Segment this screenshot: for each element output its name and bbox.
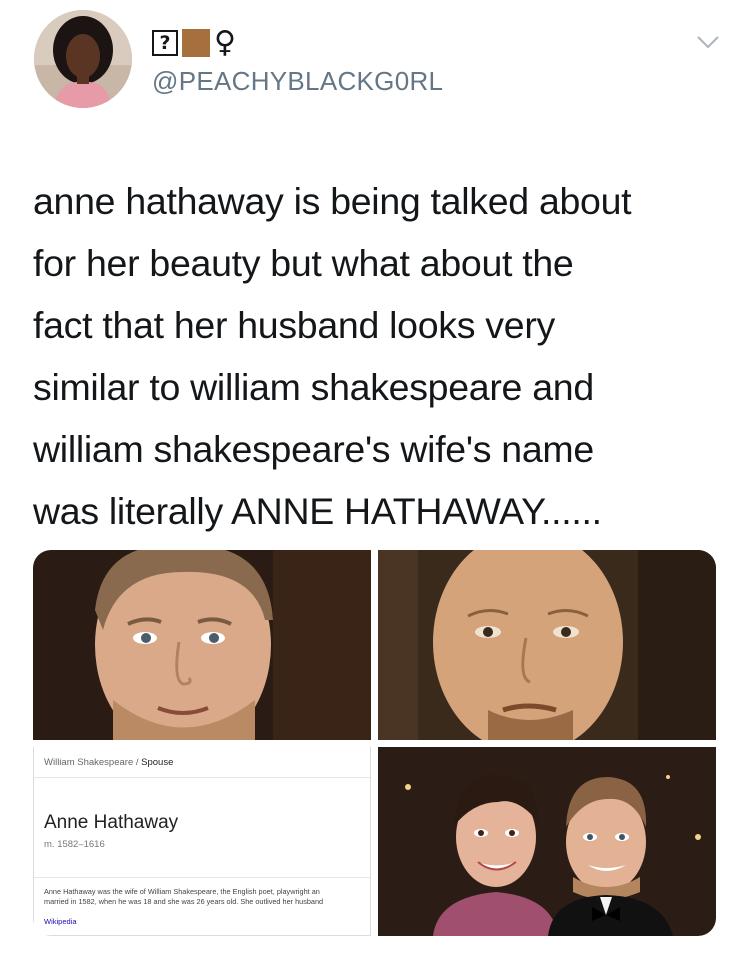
divider: [34, 877, 370, 878]
breadcrumb-parent[interactable]: William Shakespeare /: [44, 757, 141, 768]
tweet-line: similar to william shakespeare and: [33, 366, 594, 408]
chevron-down-icon[interactable]: [696, 34, 720, 50]
photo-husband[interactable]: [33, 550, 371, 740]
panel-title: Anne Hathaway: [44, 812, 179, 833]
missing-glyph-icon: ?: [152, 30, 178, 56]
tweet-line: william shakespeare's wife's name: [33, 428, 594, 470]
photo-shakespeare-portrait[interactable]: [378, 550, 716, 740]
tweet-line: for her beauty but what about the: [33, 242, 574, 284]
female-sign-icon: ♀: [214, 25, 236, 60]
description-line: Anne Hathaway was the wife of William Sh…: [44, 887, 320, 896]
source-link[interactable]: Wikipedia: [44, 917, 77, 926]
tweet-line: anne hathaway is being talked about: [33, 180, 632, 222]
divider: [34, 777, 370, 778]
avatar[interactable]: [34, 10, 132, 108]
media-grid: William Shakespeare / Spouse Anne Hathaw…: [33, 550, 716, 936]
description-line: married in 1582, when he was 18 and she …: [44, 897, 324, 906]
breadcrumb-current: Spouse: [141, 757, 174, 768]
skin-tone-icon: [182, 29, 210, 57]
photo-couple[interactable]: [378, 747, 716, 936]
breadcrumb[interactable]: William Shakespeare / Spouse: [44, 757, 173, 768]
knowledge-panel[interactable]: William Shakespeare / Spouse Anne Hathaw…: [33, 747, 371, 936]
tweet-line: fact that her husband looks very: [33, 304, 555, 346]
tweet-text: anne hathaway is being talked about for …: [33, 170, 723, 542]
display-name[interactable]: ? ♀: [152, 26, 443, 60]
panel-description: Anne Hathaway was the wife of William Sh…: [44, 887, 370, 907]
tweet-line: was literally ANNE HATHAWAY......: [33, 490, 602, 532]
marriage-years: m. 1582–1616: [44, 839, 105, 850]
user-handle[interactable]: @PEACHYBLACKG0RL: [152, 66, 443, 97]
